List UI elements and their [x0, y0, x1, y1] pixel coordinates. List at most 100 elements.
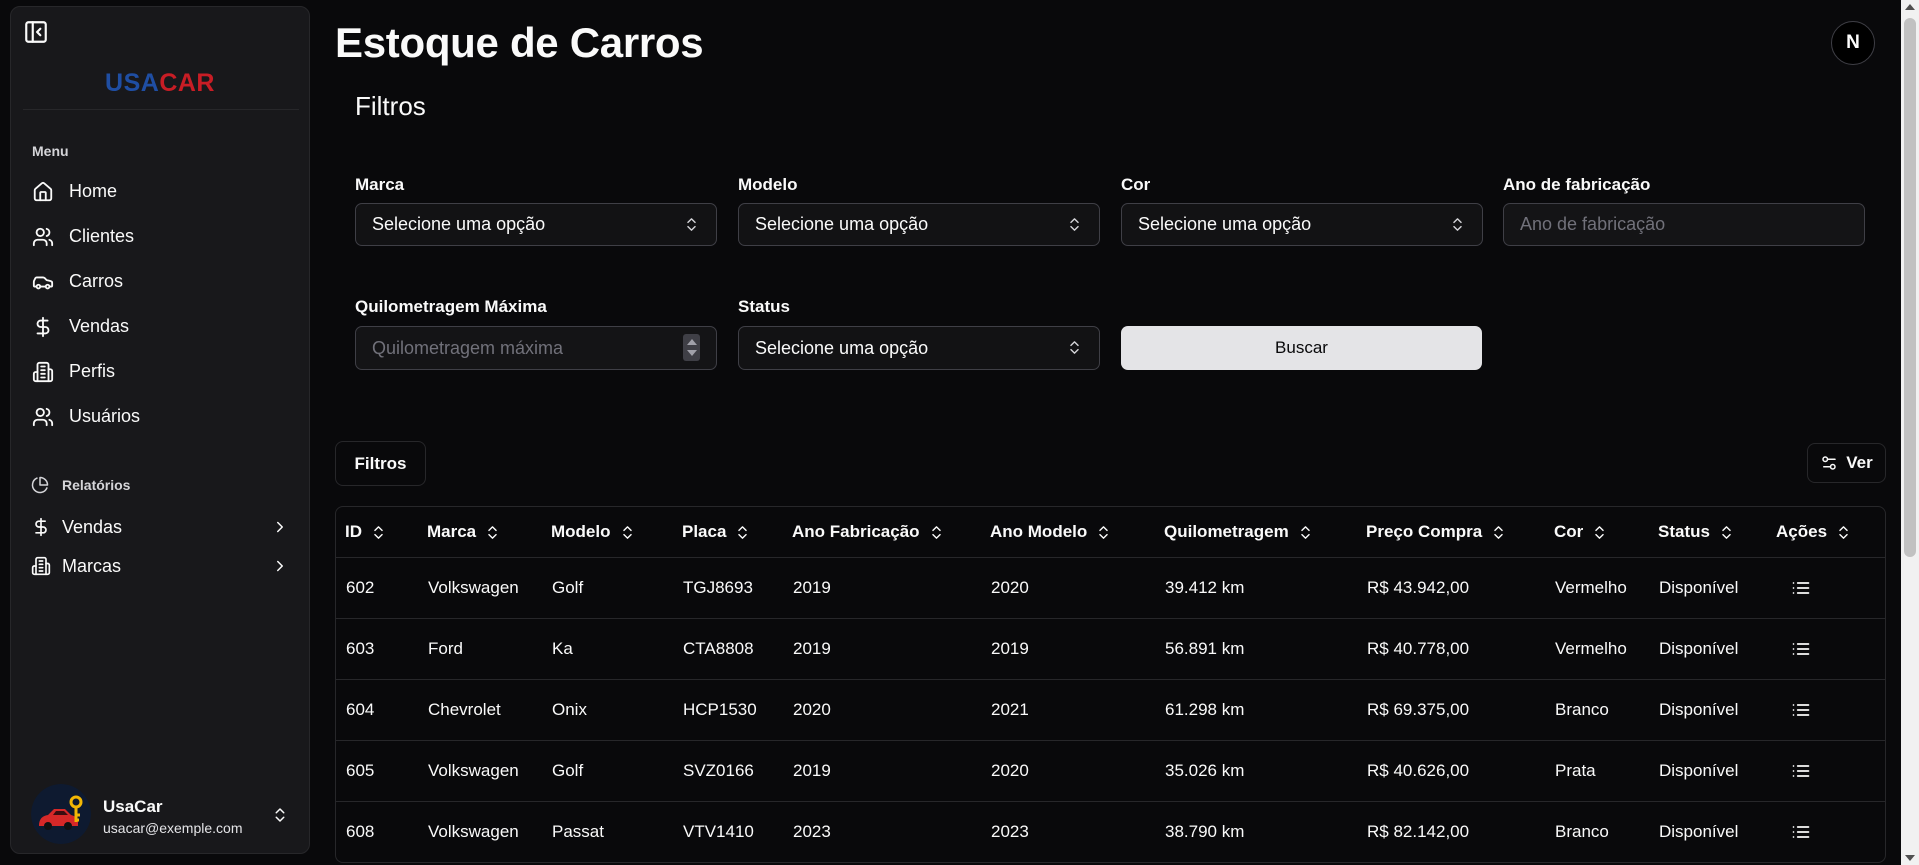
- cell-acoes: [1767, 802, 1885, 862]
- scrollbar-thumb[interactable]: [1904, 18, 1916, 557]
- sort-icon[interactable]: [734, 524, 751, 541]
- page-title: Estoque de Carros: [335, 19, 704, 66]
- reports-label: Relatórios: [62, 477, 131, 493]
- table-row: 602 Volkswagen Golf TGJ8693 2019 2020 39.412 k…: [336, 557, 1885, 618]
- view-columns-button[interactable]: Ver: [1807, 443, 1886, 483]
- cell-ano-modelo: 2021: [991, 700, 1029, 719]
- sort-icon[interactable]: [928, 524, 945, 541]
- sidebar-item-label: Clientes: [69, 226, 135, 246]
- ano-fabricacao-label: Ano de fabricação: [1503, 175, 1651, 194]
- select-value: Selecione uma opção: [755, 337, 929, 358]
- sidebar-item-label: Perfis: [69, 361, 116, 381]
- sort-icon[interactable]: [1591, 524, 1608, 541]
- chevron-right-icon: [271, 557, 289, 575]
- cell-ano-fabricacao: 2019: [793, 761, 831, 780]
- row-actions-button[interactable]: [1791, 578, 1811, 598]
- sidebar-item-clientes[interactable]: Clientes: [19, 214, 301, 259]
- cell-ano-modelo: 2023: [991, 822, 1029, 841]
- marca-select[interactable]: Selecione uma opção: [355, 203, 717, 246]
- sidebar-item-relatorio-marcas[interactable]: Marcas: [19, 546, 301, 586]
- sort-icon[interactable]: [1718, 524, 1735, 541]
- filters-heading: Filtros: [355, 91, 426, 121]
- column-header-acoes[interactable]: Ações: [1767, 507, 1885, 557]
- cell-placa: TGJ8693: [683, 578, 753, 597]
- sort-icon[interactable]: [1095, 524, 1112, 541]
- cell-id: 602: [346, 578, 375, 597]
- modelo-select[interactable]: Selecione uma opção: [738, 203, 1100, 246]
- sidebar-item-perfis[interactable]: Perfis: [19, 349, 301, 394]
- list-icon: [1792, 582, 1810, 594]
- column-header-marca[interactable]: Marca: [418, 507, 542, 557]
- list-icon: [1792, 826, 1810, 838]
- column-header-id[interactable]: ID: [336, 507, 418, 557]
- column-header-ano-modelo[interactable]: Ano Modelo: [981, 507, 1155, 557]
- filters-toggle-label: Filtros: [354, 453, 407, 473]
- users-icon: [32, 406, 54, 428]
- column-header-label: Preço Compra: [1366, 522, 1483, 541]
- cell-status: Disponível: [1659, 639, 1739, 658]
- number-stepper[interactable]: [683, 334, 700, 361]
- scroll-up-arrow-icon[interactable]: [1905, 4, 1915, 10]
- filters-toggle-button[interactable]: Filtros: [335, 441, 426, 486]
- quilometragem-input[interactable]: [355, 326, 717, 370]
- sliders-icon: [1820, 454, 1838, 472]
- column-header-modelo[interactable]: Modelo: [542, 507, 673, 557]
- column-header-quilometragem[interactable]: Quilometragem: [1155, 507, 1357, 557]
- column-header-placa[interactable]: Placa: [673, 507, 783, 557]
- sort-icon[interactable]: [484, 524, 501, 541]
- sort-icon[interactable]: [619, 524, 636, 541]
- dev-indicator-badge[interactable]: N: [1831, 21, 1875, 65]
- column-header-label: Ano Fabricação: [792, 522, 920, 541]
- table-row: 608 Volkswagen Passat VTV1410 2023 2023 38.790…: [336, 801, 1885, 862]
- sort-icon[interactable]: [1835, 524, 1852, 541]
- status-select[interactable]: Selecione uma opção: [738, 326, 1100, 370]
- pie-chart-icon: [31, 476, 49, 494]
- status-label: Status: [738, 297, 790, 316]
- app-logo[interactable]: USACAR: [11, 69, 309, 97]
- sidebar-item-label: Vendas: [62, 516, 123, 537]
- column-header-label: Ano Modelo: [990, 522, 1088, 541]
- cell-acoes: [1767, 680, 1885, 740]
- sort-icon[interactable]: [1490, 524, 1507, 541]
- column-header-status[interactable]: Status: [1649, 507, 1767, 557]
- sort-icon[interactable]: [370, 524, 387, 541]
- search-button[interactable]: Buscar: [1121, 326, 1482, 370]
- cor-select[interactable]: Selecione uma opção: [1121, 203, 1483, 246]
- building-icon: [31, 556, 51, 576]
- column-header-cor[interactable]: Cor: [1545, 507, 1649, 557]
- cell-id: 604: [346, 700, 375, 719]
- table-header-row: ID Marca Modelo Placa Ano Fabricação Ano Mode…: [336, 507, 1885, 557]
- cell-quilometragem: 61.298 km: [1165, 700, 1245, 719]
- row-actions-button[interactable]: [1791, 700, 1811, 720]
- cell-cor: Prata: [1555, 761, 1596, 780]
- chevrons-up-down-icon: [1449, 216, 1466, 233]
- column-header-label: Modelo: [551, 522, 611, 541]
- users-icon: [32, 226, 54, 248]
- cell-placa: HCP1530: [683, 700, 757, 719]
- sidebar-item-carros[interactable]: Carros: [19, 259, 301, 304]
- sidebar-item-vendas[interactable]: Vendas: [19, 304, 301, 349]
- cell-preco-compra: R$ 82.142,00: [1367, 822, 1470, 841]
- column-header-label: ID: [345, 522, 362, 541]
- sidebar-item-home[interactable]: Home: [19, 169, 301, 214]
- cell-acoes: [1767, 558, 1885, 618]
- column-header-preco-compra[interactable]: Preço Compra: [1357, 507, 1545, 557]
- cell-id: 608: [346, 822, 375, 841]
- cell-preco-compra: R$ 40.626,00: [1367, 761, 1470, 780]
- row-actions-button[interactable]: [1791, 822, 1811, 842]
- sort-icon[interactable]: [1297, 524, 1314, 541]
- reports-section-label: Relatórios: [31, 476, 130, 494]
- select-value: Selecione uma opção: [755, 214, 929, 234]
- cell-cor: Vermelho: [1555, 639, 1627, 658]
- ano-fabricacao-input[interactable]: [1503, 203, 1865, 246]
- column-header-ano-fabricacao[interactable]: Ano Fabricação: [783, 507, 981, 557]
- row-actions-button[interactable]: [1791, 639, 1811, 659]
- row-actions-button[interactable]: [1791, 761, 1811, 781]
- panel-collapse-icon[interactable]: [23, 19, 49, 45]
- sidebar-item-usuarios[interactable]: Usuários: [19, 394, 301, 439]
- sidebar-item-relatorio-vendas[interactable]: Vendas: [19, 507, 301, 547]
- scroll-down-arrow-icon[interactable]: [1905, 855, 1915, 861]
- page-scrollbar[interactable]: [1901, 0, 1919, 865]
- cell-ano-fabricacao: 2019: [793, 639, 831, 658]
- chevrons-up-down-icon[interactable]: [271, 806, 289, 824]
